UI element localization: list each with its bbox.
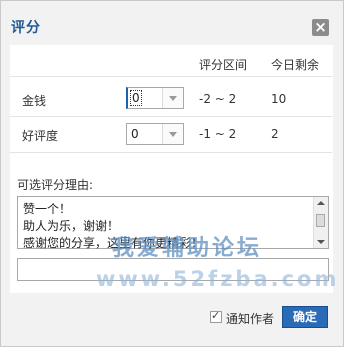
row-remaining-money: 10 [271, 92, 287, 106]
reason-option[interactable]: 赞一个！ [23, 200, 71, 217]
reason-option[interactable]: 感谢您的分享，这里有你更精彩！ [23, 234, 203, 251]
scrollbar[interactable] [313, 197, 328, 248]
chevron-down-icon[interactable] [162, 88, 183, 108]
dialog-titlebar: 评分 × [1, 1, 343, 45]
row-label-reputation: 好评度 [22, 129, 59, 143]
divider [9, 76, 332, 77]
reputation-score-value: 0 [131, 127, 139, 141]
confirm-button[interactable]: 确定 [282, 306, 328, 328]
scroll-thumb[interactable] [316, 214, 325, 227]
row-remaining-reputation: 2 [271, 127, 279, 141]
reason-listbox[interactable]: 赞一个！ 助人为乐，谢谢！ 感谢您的分享，这里有你更精彩！ [17, 196, 329, 251]
money-score-value: 0 [130, 90, 142, 106]
reason-option[interactable]: 助人为乐，谢谢！ [23, 217, 119, 234]
row-range-money: -2 ~ 2 [199, 92, 237, 106]
header-range: 评分区间 [199, 58, 248, 72]
notify-author-checkbox[interactable] [210, 309, 222, 323]
reputation-score-select[interactable]: 0 [126, 123, 184, 145]
divider [9, 116, 332, 117]
chevron-down-icon[interactable] [162, 124, 183, 144]
header-remaining: 今日剩余 [271, 58, 320, 72]
dialog-title: 评分 [11, 20, 41, 36]
dialog-body [10, 45, 333, 293]
custom-reason-input[interactable] [17, 258, 329, 281]
row-label-money: 金钱 [22, 94, 47, 108]
notify-author-label[interactable]: 通知作者 [226, 310, 274, 327]
scroll-down-icon[interactable] [317, 240, 325, 244]
close-icon[interactable]: × [312, 19, 329, 36]
row-range-reputation: -1 ~ 2 [199, 127, 237, 141]
money-score-select[interactable]: 0 [126, 87, 184, 109]
rating-dialog: 评分 × [0, 0, 344, 347]
divider [9, 152, 332, 153]
reasons-label: 可选评分理由: [17, 178, 94, 192]
scroll-up-icon[interactable] [317, 201, 325, 205]
